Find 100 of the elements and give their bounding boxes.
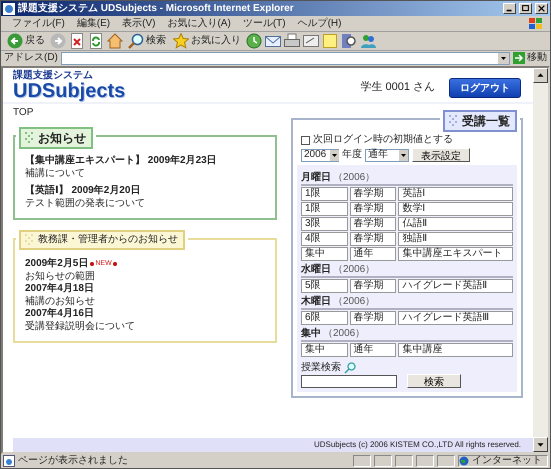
user-name: 学生 0001 さん <box>360 81 435 95</box>
notice-date: 2009年2月5日 <box>25 258 88 270</box>
notice-title: 【英語Ⅰ】 2009年2月20日 <box>25 185 142 197</box>
day-heading: 月曜日 <box>301 172 331 184</box>
search-button[interactable]: 検索 <box>407 374 461 388</box>
day-year: （2006） <box>333 172 376 184</box>
address-field[interactable] <box>60 52 510 64</box>
status-pane <box>416 455 434 467</box>
minimize-icon[interactable] <box>503 3 516 14</box>
table-cell: 春学期 <box>350 187 396 201</box>
globe-icon <box>459 456 469 466</box>
star-icon[interactable] <box>173 33 189 49</box>
table-cell: 5限 <box>301 279 348 293</box>
table-cell: 1限 <box>301 187 348 201</box>
day-heading: 集中 <box>301 328 321 340</box>
people-icon[interactable] <box>360 33 376 49</box>
edit-icon[interactable] <box>303 33 319 49</box>
checkbox-label: 次回ログイン時の初期値とする <box>313 134 453 146</box>
dot-icon <box>112 262 117 266</box>
table-cell: 数学Ⅰ <box>398 202 513 216</box>
search-icon[interactable] <box>128 33 144 49</box>
day-year: （2006） <box>333 264 376 276</box>
table-cell: 通年 <box>350 247 396 261</box>
menu-item[interactable]: ツール(T) <box>238 18 291 30</box>
status-pane <box>437 455 455 467</box>
table-cell: 集中 <box>301 247 348 261</box>
table-cell: 集中講座エキスパート <box>398 247 513 261</box>
dropdown-icon[interactable] <box>498 52 509 64</box>
table-cell: 英語Ⅰ <box>398 187 513 201</box>
term-select[interactable]: 通年 <box>365 148 409 162</box>
table-cell: 春学期 <box>350 232 396 246</box>
status-pane <box>395 455 413 467</box>
dropdown-icon <box>399 150 408 160</box>
table-cell: 集中講座 <box>398 343 513 357</box>
notice-link[interactable]: テスト範囲の発表について <box>25 198 265 210</box>
refresh-icon[interactable] <box>88 33 104 49</box>
notice-link[interactable]: 補講のお知らせ <box>25 296 265 308</box>
address-label: アドレス(D) <box>4 52 58 64</box>
menu-item[interactable]: ヘルプ(H) <box>292 18 346 30</box>
maximize-icon[interactable] <box>519 3 532 14</box>
logout-button[interactable]: ログアウト <box>449 78 521 98</box>
menu-item[interactable]: ファイル(F) <box>7 18 70 30</box>
table-cell: 6限 <box>301 311 348 325</box>
history-icon[interactable] <box>246 33 262 49</box>
table-cell: 春学期 <box>350 217 396 231</box>
go-arrow-icon <box>513 52 525 64</box>
logo-subtitle: 課題支援システム <box>13 71 94 81</box>
table-cell: 3限 <box>301 217 348 231</box>
notice-link[interactable]: 補講について <box>25 168 265 180</box>
status-pane <box>353 455 371 467</box>
dotted-square-icon <box>25 132 34 144</box>
copyright: UDSubjects (c) 2006 KISTEM CO.,LTD All rights reserved. <box>314 440 521 449</box>
notice-heading: お知らせ <box>19 127 93 150</box>
menu-item[interactable]: 編集(E) <box>72 18 116 30</box>
table-cell: 1限 <box>301 202 348 216</box>
status-text: ページが表示されました <box>18 455 129 467</box>
day-heading: 木曜日 <box>301 296 331 308</box>
table-cell: 通年 <box>350 343 396 357</box>
table-cell: ハイグレード英語Ⅲ <box>398 311 513 325</box>
toolbar-button[interactable]: お気に入り <box>171 33 243 49</box>
notice-link[interactable]: お知らせの範囲 <box>25 271 265 283</box>
course-list-heading: 受講一覧 <box>443 110 517 132</box>
windows-flag-icon <box>528 16 544 30</box>
notice-link[interactable]: 受講登録説明会について <box>25 321 265 333</box>
day-heading: 水曜日 <box>301 264 331 276</box>
close-icon[interactable] <box>535 3 548 14</box>
printer-icon[interactable] <box>284 33 300 49</box>
scrollbar[interactable] <box>533 68 548 452</box>
mail-icon[interactable] <box>265 33 281 49</box>
apply-button[interactable]: 表示設定 <box>412 148 470 162</box>
year-suffix: 年度 <box>342 149 362 161</box>
go-button[interactable]: 移動 <box>513 52 547 64</box>
browser-page-icon <box>3 2 15 14</box>
toolbar-button[interactable]: 戻る <box>5 33 47 49</box>
window-title: 課題支援システム UDSubjects - Microsoft Internet Explorer <box>18 2 295 14</box>
toolbar-button[interactable]: 検索 <box>126 33 168 49</box>
table-cell: 仏語Ⅱ <box>398 217 513 231</box>
table-cell: 4限 <box>301 232 348 246</box>
scroll-up-icon[interactable] <box>533 68 548 83</box>
day-year: （2006） <box>323 328 366 340</box>
search-field[interactable] <box>301 374 397 388</box>
menu-item[interactable]: 表示(V) <box>117 18 160 30</box>
checkbox[interactable] <box>301 136 310 144</box>
table-cell: 集中 <box>301 343 348 357</box>
menu-item[interactable]: お気に入り(A) <box>162 18 236 30</box>
dropdown-icon <box>330 150 340 160</box>
notice-title: 【集中講座エキスパート】 2009年2月23日 <box>25 155 218 167</box>
notice-date: 2007年4月18日 <box>25 283 94 295</box>
stop-icon[interactable] <box>69 33 85 49</box>
search-label: 授業検索 <box>301 362 341 374</box>
scroll-down-icon[interactable] <box>533 437 548 452</box>
dot-icon <box>90 262 94 266</box>
table-cell: 春学期 <box>350 202 396 216</box>
dotted-square-icon <box>449 115 458 128</box>
notice-date: 2007年4月16日 <box>25 308 94 320</box>
status-pane <box>374 455 392 467</box>
year-select[interactable]: 2006 <box>301 148 339 162</box>
logo: UDSubjects <box>13 81 126 101</box>
home-icon[interactable] <box>107 33 123 49</box>
security-zone: インターネット <box>458 455 548 467</box>
